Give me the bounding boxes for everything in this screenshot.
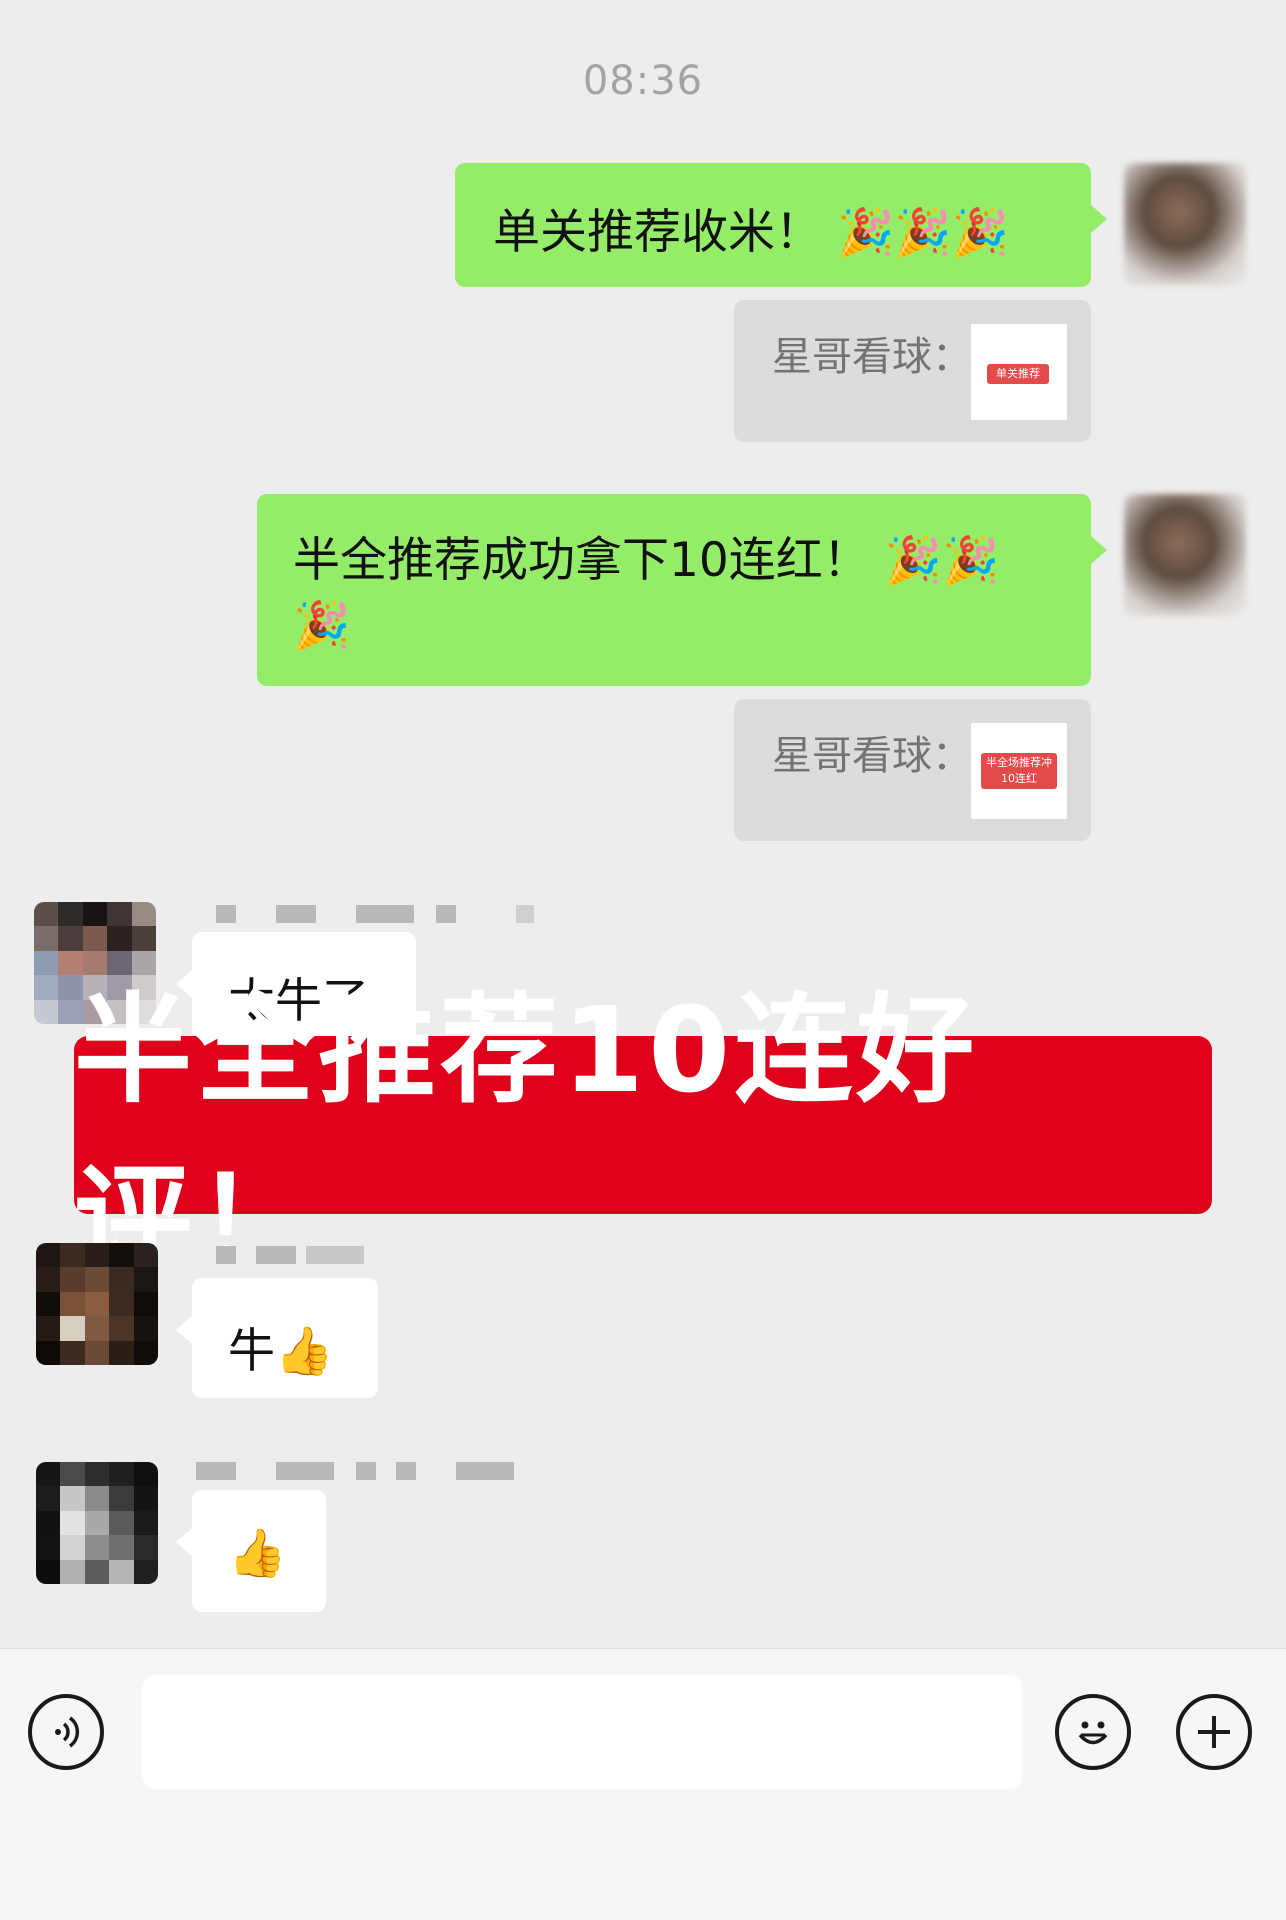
sender-name-blurred [216,905,536,925]
quote-card[interactable]: 星哥看球： 单关推荐 [734,300,1091,442]
message-bubble-other[interactable]: 牛👍 [176,1278,378,1398]
plus-icon [1198,1716,1230,1748]
avatar-self[interactable] [1124,494,1246,616]
avatar-other[interactable] [36,1243,158,1365]
message-text: 牛 [228,1324,275,1379]
quote-thumbnail: 半全场推荐冲10连红 [971,723,1067,819]
message-bubble-self[interactable]: 半全推荐成功拿下10连红！ 🎉🎉 🎉 [257,494,1107,686]
thumbs-up-icon: 👍 [275,1324,334,1379]
quote-author: 星哥看球： [772,733,972,779]
avatar-self[interactable] [1124,163,1246,285]
message-text: 单关推荐收米！ [493,205,822,260]
voice-icon [55,1716,80,1748]
voice-button[interactable] [28,1694,104,1770]
thumbs-up-icon: 👍 [228,1526,287,1581]
party-popper-icon: 🎉🎉 [884,533,1000,587]
message-input[interactable] [142,1675,1022,1789]
emoji-button[interactable] [1055,1694,1131,1770]
plus-button[interactable] [1176,1694,1252,1770]
promo-banner: 半全推荐10连好评！ [74,981,1212,1290]
avatar-other[interactable] [36,1462,158,1584]
message-text: 半全推荐成功拿下10连红！ [293,533,870,588]
message-bubble-other[interactable]: 👍 [176,1490,326,1612]
banner-text: 半全推荐10连好评！ [74,981,979,1290]
thumb-badge: 单关推荐 [987,364,1049,384]
quote-author: 星哥看球： [772,334,972,380]
thumb-badge: 半全场推荐冲10连红 [981,753,1057,789]
chat-timestamp: 08:36 [582,58,704,104]
sender-name-blurred [196,1462,516,1482]
party-popper-icon: 🎉🎉🎉 [836,205,1009,259]
party-popper-icon: 🎉 [293,598,351,652]
sender-name-blurred [216,1246,376,1266]
emoji-icon [1078,1721,1108,1745]
quote-card[interactable]: 星哥看球： 半全场推荐冲10连红 [734,699,1091,841]
quote-thumbnail: 单关推荐 [971,324,1067,420]
message-bubble-self[interactable]: 单关推荐收米！ 🎉🎉🎉 [455,163,1107,287]
